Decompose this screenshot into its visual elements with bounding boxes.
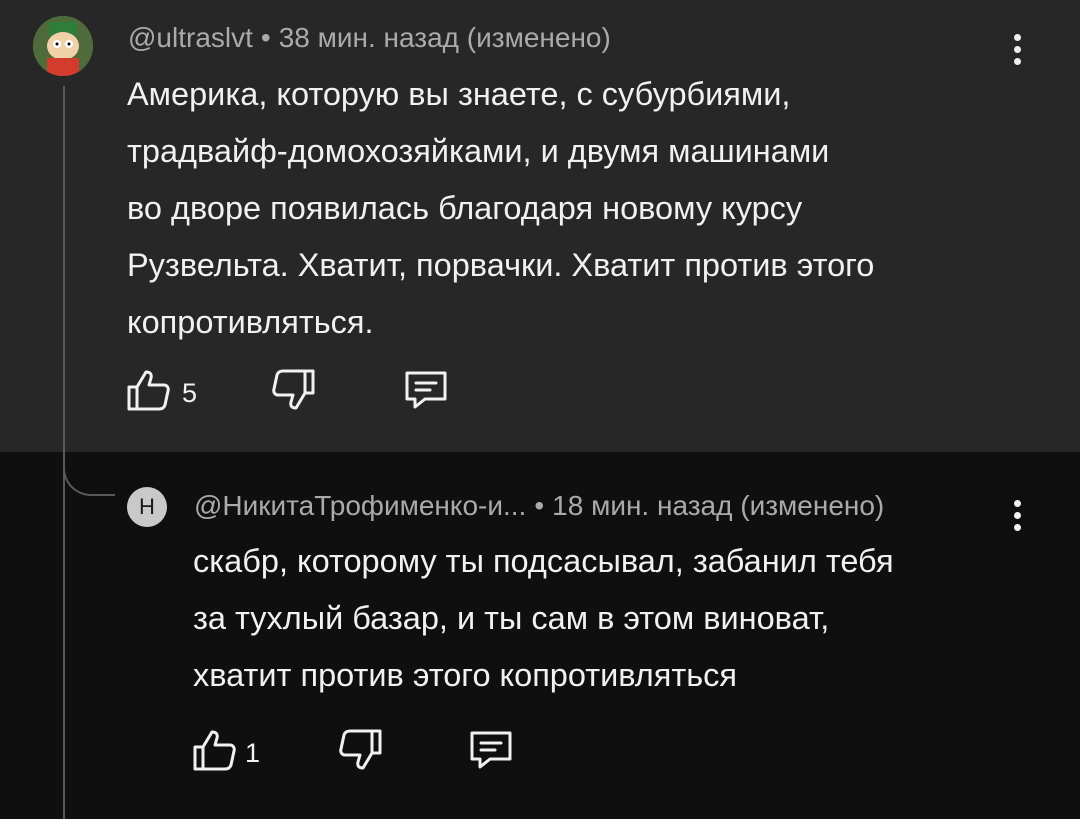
comment-text-line: за тухлый базар, и ты сам в этом виноват…: [193, 600, 830, 636]
comment-meta: @ultraslvt • 38 мин. назад (изменено): [128, 22, 611, 54]
more-vert-icon[interactable]: [1013, 34, 1023, 70]
dislike-icon: [272, 369, 315, 410]
comment-text-line: Америка, которую вы знаете, с субурбиями…: [127, 76, 791, 112]
comment-author[interactable]: @НикитаТрофименко-и...: [194, 490, 526, 521]
like-count: 5: [182, 378, 198, 408]
reply-icon: [470, 731, 512, 769]
comment-author[interactable]: @ultraslvt: [128, 22, 253, 53]
comment-text: скабр, которому ты подсасывал, забанил т…: [193, 533, 894, 704]
comment-text: Америка, которую вы знаете, с субурбиями…: [127, 66, 874, 351]
separator-dot: •: [534, 490, 545, 521]
like-icon: [127, 370, 170, 411]
like-count: 1: [245, 738, 261, 768]
like-icon: [193, 730, 236, 771]
dislike-icon: [339, 729, 382, 770]
comment-text-line: традвайф-домохозяйками, и двумя машинами: [127, 133, 830, 169]
comment-time: 38 мин. назад (изменено): [278, 22, 611, 53]
comment-text-line: скабр, которому ты подсасывал, забанил т…: [193, 543, 894, 579]
dislike-button[interactable]: [337, 728, 383, 772]
like-button[interactable]: [192, 728, 238, 772]
reply-button[interactable]: [468, 729, 514, 771]
more-vert-icon[interactable]: [1013, 500, 1023, 536]
avatar[interactable]: Н: [127, 487, 167, 527]
separator-dot: •: [260, 22, 271, 53]
reply-button[interactable]: [403, 369, 449, 411]
comment-text-line: во дворе появилась благодаря новому курс…: [127, 190, 803, 226]
dislike-button[interactable]: [270, 368, 316, 412]
comment-meta: @НикитаТрофименко-и... • 18 мин. назад (из…: [194, 490, 884, 522]
comment-text-line: Рузвельта. Хватит, порвачки. Хватит прот…: [127, 247, 875, 283]
avatar[interactable]: [33, 16, 93, 76]
like-button[interactable]: [126, 368, 172, 412]
comment-text-line: хватит против этого копротивляться: [193, 657, 738, 693]
comment-text-line: копротивляться.: [127, 304, 374, 340]
avatar-image: [33, 16, 93, 76]
reply-icon: [405, 371, 447, 409]
comment-time: 18 мин. назад (изменено): [552, 490, 885, 521]
